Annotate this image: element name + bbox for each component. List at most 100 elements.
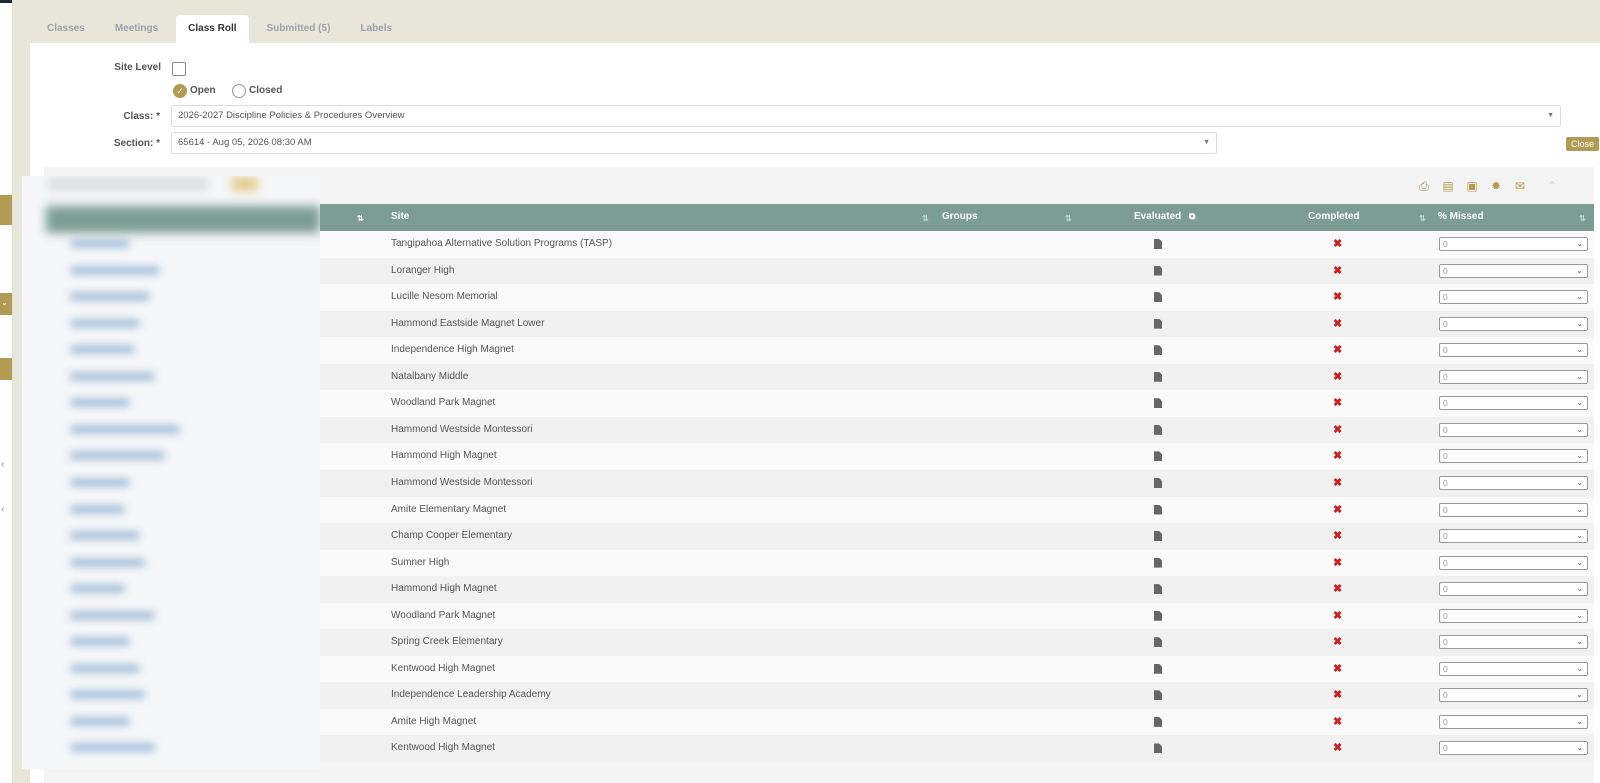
site-level-checkbox[interactable] [172, 62, 186, 76]
document-icon[interactable] [1154, 557, 1162, 568]
site-cell: Woodland Park Magnet [391, 609, 496, 621]
sidebar-marker[interactable] [0, 358, 12, 380]
completed-status-icon: ✖ [1333, 583, 1343, 596]
missed-select[interactable]: 0 ⌄ [1439, 449, 1588, 464]
missed-select[interactable]: 0 ⌄ [1439, 422, 1588, 437]
document-icon[interactable] [1154, 504, 1162, 515]
tab-submitted[interactable]: Submitted (5) [255, 15, 343, 43]
missed-select[interactable]: 0 ⌄ [1439, 529, 1588, 544]
section-label: Section: * [113, 138, 160, 149]
missed-select[interactable]: 0 ⌄ [1439, 635, 1588, 650]
sort-icon[interactable]: ⇅ [1579, 204, 1586, 231]
completed-status-icon: ✖ [1333, 264, 1343, 277]
document-icon[interactable] [1154, 318, 1162, 329]
site-cell: Hammond Eastside Magnet Lower [391, 317, 545, 329]
chevron-down-icon: ⌄ [1576, 265, 1583, 275]
missed-select[interactable]: 0 ⌄ [1439, 582, 1588, 597]
missed-select[interactable]: 0 ⌄ [1439, 475, 1588, 490]
section-select[interactable]: 65614 - Aug 05, 2026 08:30 AM ▼ [171, 132, 1217, 154]
missed-select-value: 0 [1443, 424, 1448, 435]
document-icon[interactable] [1154, 477, 1162, 488]
chevron-down-icon: ⌄ [1576, 557, 1583, 567]
missed-select[interactable]: 0 ⌄ [1439, 661, 1588, 676]
column-header-completed[interactable]: Completed [1308, 204, 1360, 231]
badge-icon[interactable]: ▣ [1465, 179, 1479, 193]
document-icon[interactable] [1154, 371, 1162, 382]
document-icon[interactable] [1154, 265, 1162, 276]
missed-select-value: 0 [1443, 690, 1448, 701]
redacted-block [48, 178, 208, 190]
tab-class-roll[interactable]: Class Roll [176, 15, 249, 43]
document-icon[interactable] [1154, 239, 1162, 249]
document-icon[interactable] [1154, 610, 1162, 621]
site-cell: Independence High Magnet [391, 344, 514, 356]
class-select[interactable]: 2026-2027 Discipline Policies & Procedur… [171, 105, 1561, 127]
copy-icon[interactable]: ⧉ [1189, 204, 1195, 231]
print-icon[interactable]: ⎙ [1417, 179, 1431, 193]
site-cell: Hammond High Magnet [391, 450, 497, 462]
chevron-up-icon[interactable]: ⌃ [1545, 179, 1559, 193]
missed-select-value: 0 [1443, 716, 1448, 727]
redacted-line [70, 451, 165, 461]
missed-select[interactable]: 0 ⌄ [1439, 316, 1588, 331]
sort-icon[interactable]: ⇅ [357, 204, 364, 231]
chevron-down-icon: ⌄ [1576, 743, 1583, 753]
document-icon[interactable] [1154, 743, 1162, 754]
tab-meetings[interactable]: Meetings [103, 15, 170, 43]
class-select-value: 2026-2027 Discipline Policies & Procedur… [178, 110, 405, 121]
missed-select[interactable]: 0 ⌄ [1439, 608, 1588, 623]
envelope-icon[interactable]: ✉ [1513, 179, 1527, 193]
document-icon[interactable] [1154, 584, 1162, 595]
column-header-site[interactable]: Site [391, 204, 409, 231]
document-icon[interactable] [1154, 398, 1162, 409]
missed-select[interactable]: 0 ⌄ [1439, 555, 1588, 570]
column-header-missed[interactable]: % Missed [1438, 204, 1484, 231]
tab-labels[interactable]: Labels [348, 15, 404, 43]
document-icon[interactable] [1154, 451, 1162, 462]
completed-status-icon: ✖ [1333, 689, 1343, 702]
open-radio[interactable]: ✓ [173, 84, 187, 98]
site-cell: Hammond Westside Montessori [391, 476, 533, 488]
sort-icon[interactable]: ⇅ [1065, 204, 1072, 231]
document-icon[interactable] [1154, 637, 1162, 648]
column-header-evaluated[interactable]: Evaluated [1134, 204, 1181, 231]
document-icon[interactable] [1154, 663, 1162, 674]
missed-select[interactable]: 0 ⌄ [1439, 502, 1588, 517]
redacted-line [70, 371, 155, 381]
document-icon[interactable] [1154, 531, 1162, 542]
close-button[interactable]: Close [1566, 137, 1600, 151]
document-icon[interactable] [1154, 292, 1162, 303]
missed-select[interactable]: 0 ⌄ [1439, 369, 1588, 384]
redacted-line [70, 265, 160, 275]
chevron-down-icon: ⌄ [1576, 504, 1583, 514]
sidebar-marker[interactable] [0, 195, 12, 225]
document-icon[interactable] [1154, 345, 1162, 356]
site-cell: Loranger High [391, 264, 455, 276]
missed-select[interactable]: 0 ⌄ [1439, 290, 1588, 305]
missed-select[interactable]: 0 ⌄ [1439, 688, 1588, 703]
site-cell: Woodland Park Magnet [391, 397, 496, 409]
document-icon[interactable]: ▤ [1441, 179, 1455, 193]
certificate-icon[interactable]: ✹ [1489, 179, 1503, 193]
tab-classes[interactable]: Classes [35, 15, 97, 43]
chevron-down-icon: ⌄ [1, 298, 8, 307]
chevron-left-icon[interactable]: ‹ [1, 459, 4, 470]
column-header-groups[interactable]: Groups [942, 204, 978, 231]
missed-select[interactable]: 0 ⌄ [1439, 396, 1588, 411]
sort-icon[interactable]: ⇅ [1419, 204, 1426, 231]
document-icon[interactable] [1154, 690, 1162, 701]
closed-radio[interactable] [232, 84, 246, 98]
document-icon[interactable] [1154, 716, 1162, 727]
sort-icon[interactable]: ⇅ [922, 204, 929, 231]
chevron-left-icon[interactable]: ‹ [1, 504, 4, 515]
missed-select[interactable]: 0 ⌄ [1439, 237, 1588, 251]
missed-select[interactable]: 0 ⌄ [1439, 714, 1588, 729]
missed-select[interactable]: 0 ⌄ [1439, 343, 1588, 358]
redacted-line [70, 424, 180, 434]
missed-select-value: 0 [1443, 504, 1448, 515]
document-icon[interactable] [1154, 424, 1162, 435]
missed-select[interactable]: 0 ⌄ [1439, 263, 1588, 278]
sidebar-toggle[interactable]: ⌄ [0, 293, 12, 315]
missed-select[interactable]: 0 ⌄ [1439, 741, 1588, 756]
left-sidebar-strip: ⌄ ‹ ‹ [0, 0, 12, 783]
